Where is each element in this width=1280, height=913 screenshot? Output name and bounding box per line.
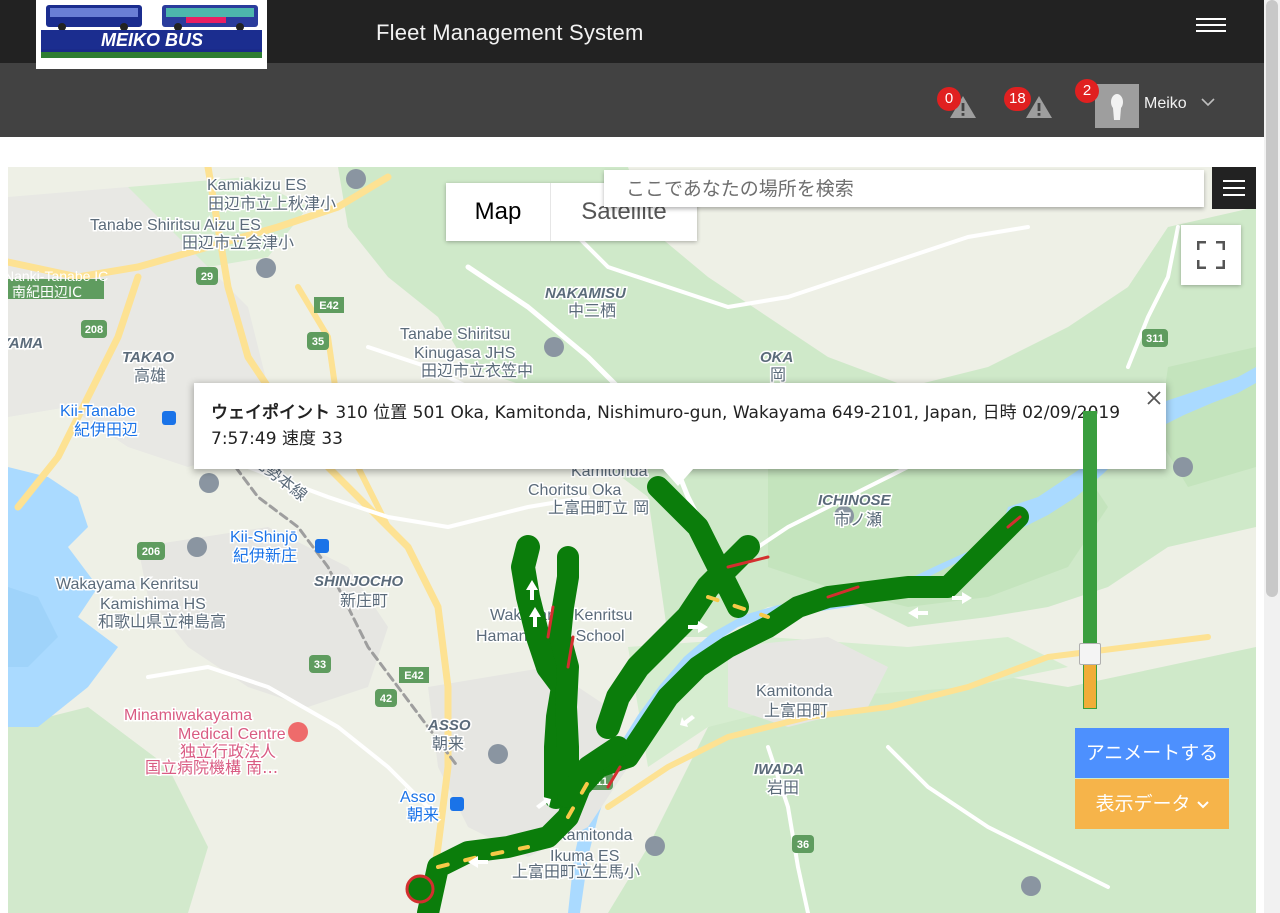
map-label: SHINJOCHO bbox=[314, 573, 404, 590]
map-label: YAMA bbox=[8, 335, 43, 352]
map-label: Kii-Shinjō bbox=[230, 529, 298, 546]
map-label: Minamiwakayama bbox=[124, 707, 252, 724]
route-shield: 206 bbox=[142, 546, 160, 558]
map-label: Kinugasa JHS bbox=[414, 345, 515, 362]
map-label: ICHINOSE bbox=[818, 492, 892, 509]
route-shield: 33 bbox=[314, 659, 326, 671]
waypoint-label: ウェイポイント bbox=[211, 403, 330, 423]
route-shield: 42 bbox=[380, 693, 392, 705]
map-type-map-button[interactable]: Map bbox=[446, 183, 551, 241]
map-label: Kii-Tanabe bbox=[60, 403, 136, 420]
route-shield: E42 bbox=[319, 300, 339, 312]
map-label: IWADA bbox=[754, 761, 804, 778]
location-search-input[interactable] bbox=[604, 170, 1204, 207]
map-menu-icon[interactable] bbox=[1212, 167, 1256, 209]
waypoint-info-window: ウェイポイント 310 位置 501 Oka, Kamitonda, Nishi… bbox=[194, 383, 1166, 469]
map-label: 岩田 bbox=[767, 778, 799, 797]
status-bar bbox=[0, 63, 1264, 137]
map-label: NAKAMISU bbox=[545, 285, 627, 302]
route-shield: 35 bbox=[312, 336, 324, 348]
map-label: 高雄 bbox=[134, 366, 166, 385]
map-label: 田辺市立上秋津小 bbox=[208, 194, 336, 213]
display-data-button[interactable]: 表示データ bbox=[1075, 779, 1229, 829]
map-label: 市ノ瀬 bbox=[834, 510, 882, 529]
map-label: 田辺市立衣笠中 bbox=[421, 361, 533, 380]
alert-badge-a: 0 bbox=[937, 87, 961, 111]
info-window-pointer bbox=[662, 468, 694, 486]
map-label: 南紀田辺IC bbox=[12, 285, 82, 301]
map-label: 朝来 bbox=[432, 734, 464, 753]
logo-text: MEIKO BUS bbox=[101, 30, 203, 50]
user-badge: 2 bbox=[1075, 79, 1099, 103]
chevron-down-icon[interactable] bbox=[1201, 97, 1215, 107]
speed-label: 速度 bbox=[281, 429, 316, 449]
company-logo[interactable]: MEIKO BUS bbox=[36, 0, 267, 69]
map-label: 紀伊新庄 bbox=[233, 546, 297, 565]
avatar[interactable] bbox=[1095, 84, 1139, 128]
alert-badge-b: 18 bbox=[1004, 87, 1031, 111]
map-label: 岡 bbox=[770, 365, 786, 384]
map-label: 国立病院機構 南… bbox=[145, 758, 278, 777]
datetime-label: 日時 bbox=[982, 403, 1017, 423]
fullscreen-icon[interactable] bbox=[1181, 225, 1241, 285]
map-label: Kamitonda bbox=[756, 683, 833, 700]
user-name[interactable]: Meiko bbox=[1144, 95, 1187, 113]
map-view[interactable]: 29 208 35 E42 311 206 33 42 E42 311 36 K… bbox=[8, 167, 1256, 913]
map-label: Medical Centre bbox=[178, 726, 286, 743]
route-shield: 208 bbox=[85, 324, 103, 336]
map-label: Tanabe Shiritsu bbox=[400, 326, 510, 343]
playback-slider-handle[interactable] bbox=[1079, 643, 1101, 665]
location-value: 501 Oka, Kamitonda, Nishimuro-gun, Wakay… bbox=[412, 403, 978, 423]
map-label: 田辺市立会津小 bbox=[182, 233, 294, 252]
hamburger-icon[interactable] bbox=[1196, 14, 1226, 38]
map-label: Tanabe Shiritsu Aizu ES bbox=[90, 217, 261, 234]
close-icon[interactable] bbox=[1145, 389, 1163, 407]
map-label: 上富田町 bbox=[764, 701, 828, 720]
display-data-label: 表示データ bbox=[1095, 793, 1191, 815]
map-label: 中三栖 bbox=[568, 301, 616, 320]
animate-button[interactable]: アニメートする bbox=[1075, 728, 1229, 778]
route-shield: E42 bbox=[404, 670, 424, 682]
location-label: 位置 bbox=[373, 403, 408, 423]
map-label: Kamiakizu ES bbox=[207, 177, 307, 194]
speed-value: 33 bbox=[321, 429, 343, 449]
map-label: Kamishima HS bbox=[100, 596, 206, 613]
map-label: 上富田町立 岡 bbox=[548, 498, 649, 517]
map-canvas[interactable]: 29 208 35 E42 311 206 33 42 E42 311 36 K… bbox=[8, 167, 1256, 913]
user-silhouette-icon bbox=[1111, 94, 1123, 120]
route-shield: 311 bbox=[1146, 333, 1164, 345]
chevron-down-icon bbox=[1196, 801, 1209, 809]
app-title: Fleet Management System bbox=[376, 20, 644, 45]
waypoint-value: 310 bbox=[335, 403, 368, 423]
map-label: ASSO bbox=[427, 717, 471, 734]
map-label: Asso bbox=[400, 789, 436, 806]
map-label: OKA bbox=[760, 349, 793, 366]
map-label: 朝来 bbox=[407, 805, 439, 824]
map-label: 上富田町立生馬小 bbox=[512, 862, 640, 881]
map-label: TAKAO bbox=[122, 349, 175, 366]
route-shield: 36 bbox=[797, 839, 809, 851]
playback-slider-progress bbox=[1083, 661, 1097, 709]
map-label: Wakayama Kenritsu bbox=[56, 576, 199, 593]
map-label: 和歌山県立神島高 bbox=[98, 612, 226, 631]
scrollbar-thumb[interactable] bbox=[1266, 0, 1278, 597]
map-label: 紀伊田辺 bbox=[74, 420, 138, 439]
map-label: 新庄町 bbox=[340, 591, 388, 610]
map-label: Choritsu Oka bbox=[528, 482, 621, 499]
route-shield: 29 bbox=[201, 271, 213, 283]
map-label: Nanki-Tanabe IC bbox=[8, 268, 108, 284]
